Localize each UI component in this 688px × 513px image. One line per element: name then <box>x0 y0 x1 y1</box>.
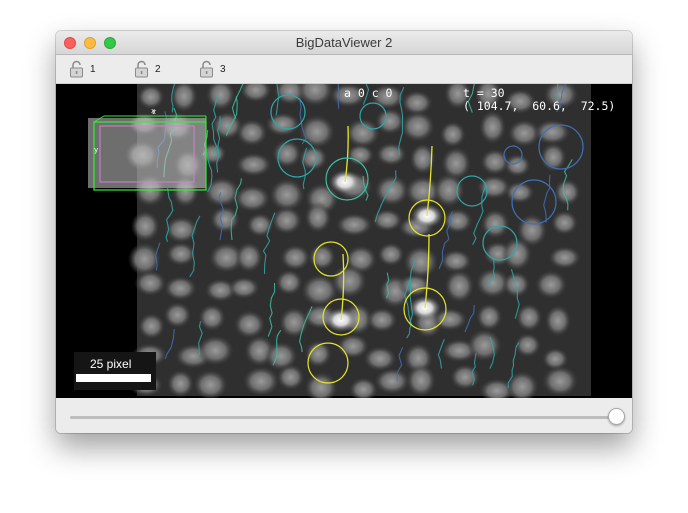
nucleus <box>335 213 373 237</box>
nucleus <box>167 369 195 398</box>
nucleus <box>345 118 381 148</box>
nucleus <box>476 303 503 331</box>
nucleus <box>450 364 480 390</box>
nucleus <box>371 208 403 232</box>
scale-bar-label: 25 pixel <box>90 357 132 371</box>
scale-bar: 25 pixel <box>74 352 156 390</box>
nucleus <box>298 114 336 149</box>
nucleus <box>228 276 260 299</box>
nucleus <box>433 173 465 208</box>
nucleus <box>544 304 572 337</box>
nucleus <box>134 270 167 297</box>
nucleus <box>514 333 541 358</box>
microscopy-image[interactable] <box>56 84 632 398</box>
nucleus <box>403 245 439 279</box>
nucleus <box>479 110 507 145</box>
nucleus <box>235 152 272 177</box>
nucleus <box>163 276 197 301</box>
nucleus <box>363 346 397 372</box>
nucleus <box>444 269 475 303</box>
mouse-coordinates-label: ( 104.7, 60.6, 72.5) <box>463 99 616 113</box>
unlock-icon <box>135 60 148 78</box>
nucleus <box>269 178 305 212</box>
nucleus <box>375 108 405 135</box>
group-toolbar: 1 2 3 <box>56 55 632 84</box>
nucleus <box>209 205 241 234</box>
scale-bar-line <box>76 374 151 382</box>
nucleus <box>271 206 303 235</box>
app-window: BigDataViewer 2 1 2 3 z x y a 0 c 0 t = … <box>56 31 632 433</box>
group-1-label: 1 <box>90 63 96 75</box>
navigator-volume <box>88 118 206 188</box>
nucleus <box>466 328 502 362</box>
time-slider-track[interactable] <box>70 416 618 419</box>
nucleus <box>233 185 271 213</box>
time-slider-panel <box>56 398 632 433</box>
nucleus <box>137 84 165 110</box>
navigator-axis-x: x <box>151 107 156 115</box>
navigator-box <box>88 115 207 191</box>
nucleus <box>377 242 405 267</box>
nucleus <box>375 142 407 166</box>
time-slider-thumb[interactable] <box>608 408 625 425</box>
unlock-icon <box>70 60 83 78</box>
source-info-label: a 0 c 0 <box>344 86 393 100</box>
nucleus <box>233 310 266 339</box>
nucleus <box>366 307 398 333</box>
group-2-button[interactable]: 2 <box>134 60 161 78</box>
nucleus <box>246 212 274 237</box>
nucleus <box>400 111 435 142</box>
nucleus <box>163 302 192 328</box>
nucleus <box>550 210 578 236</box>
nucleus <box>406 363 436 398</box>
nucleus <box>196 335 234 366</box>
nucleus <box>272 139 302 168</box>
nucleus <box>275 269 303 296</box>
nucleus <box>235 241 263 273</box>
nucleus <box>308 243 336 271</box>
nucleus <box>304 340 332 368</box>
nucleus <box>542 365 578 397</box>
nucleus <box>503 153 531 177</box>
nucleus <box>548 246 581 269</box>
nucleus <box>439 121 466 148</box>
nucleus <box>280 244 311 271</box>
group-2-label: 2 <box>155 63 161 75</box>
nucleus <box>515 303 543 332</box>
nucleus <box>198 304 226 332</box>
nucleus <box>374 174 410 207</box>
timepoint-label: t = 30 <box>463 86 505 100</box>
nucleus <box>502 271 530 298</box>
unlock-icon <box>200 60 213 78</box>
nucleus <box>242 366 280 397</box>
nucleus <box>236 119 268 147</box>
nucleus <box>535 270 568 299</box>
nucleus <box>304 201 332 233</box>
nucleus <box>265 112 301 137</box>
nucleus <box>166 241 196 266</box>
group-3-label: 3 <box>220 63 226 75</box>
title-bar[interactable]: BigDataViewer 2 <box>56 31 632 55</box>
nucleus <box>440 249 472 273</box>
nucleus <box>374 368 410 395</box>
window-title: BigDataViewer 2 <box>295 35 393 50</box>
image-viewer-canvas[interactable]: z x y a 0 c 0 t = 30 ( 104.7, 60.6, 72.5… <box>56 84 632 398</box>
navigator-axis-y: y <box>94 146 99 154</box>
nucleus <box>137 313 166 340</box>
group-3-button[interactable]: 3 <box>199 60 226 78</box>
nucleus <box>330 264 368 299</box>
nucleus <box>276 364 305 391</box>
group-1-button[interactable]: 1 <box>69 60 96 78</box>
nucleus <box>130 210 160 242</box>
